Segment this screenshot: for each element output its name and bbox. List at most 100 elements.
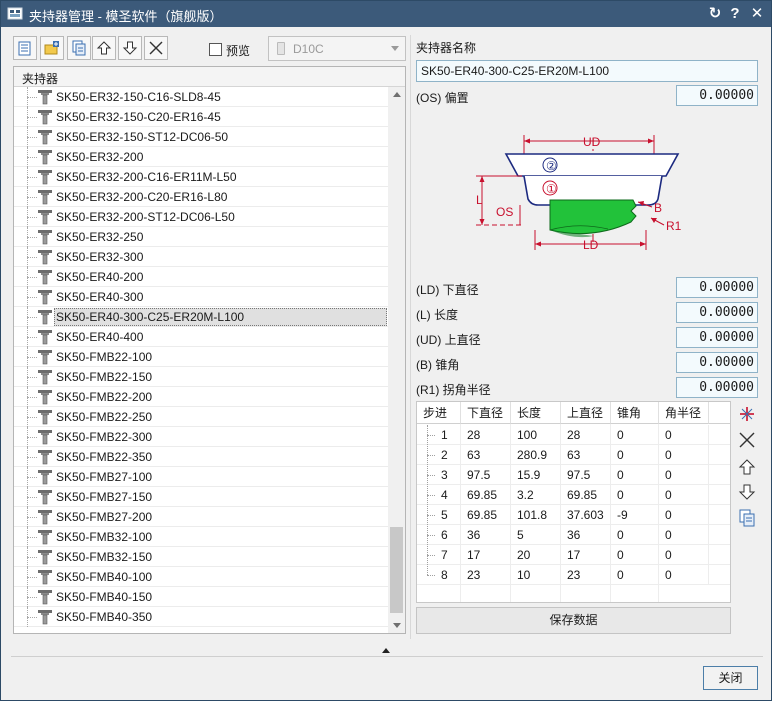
table-cell[interactable]: 0	[611, 525, 659, 545]
import-steps-button[interactable]	[736, 507, 758, 529]
holder-name-input[interactable]: SK50-ER40-300-C25-ER20M-L100	[416, 60, 758, 82]
table-cell[interactable]: 0	[611, 545, 659, 565]
step-number-cell[interactable]: 7	[435, 545, 461, 565]
tree-item[interactable]: SK50-FMB22-250	[14, 407, 388, 427]
preview-checkbox[interactable]	[209, 43, 222, 56]
tree-item[interactable]: SK50-FMB27-150	[14, 487, 388, 507]
tree-item[interactable]: SK50-ER32-150-C20-ER16-45	[14, 107, 388, 127]
table-cell[interactable]: 69.85	[561, 485, 611, 505]
step-number-cell[interactable]: 1	[435, 425, 461, 445]
refresh-icon[interactable]: ↻	[706, 4, 724, 24]
table-cell[interactable]: 15.9	[511, 465, 561, 485]
table-header-cell[interactable]: 上直径	[561, 402, 611, 424]
tree-item[interactable]: SK50-FMB27-200	[14, 507, 388, 527]
table-cell[interactable]: 28	[561, 425, 611, 445]
table-cell[interactable]: 23	[461, 565, 511, 585]
table-cell[interactable]: 10	[511, 565, 561, 585]
step-number-cell[interactable]: 3	[435, 465, 461, 485]
tree-item[interactable]: SK50-ER32-250	[14, 227, 388, 247]
move-down-button[interactable]	[118, 36, 142, 60]
table-cell[interactable]: 0	[611, 565, 659, 585]
collapse-arrow-icon[interactable]	[382, 648, 390, 653]
table-cell[interactable]: 69.85	[461, 505, 511, 525]
tree-item[interactable]: SK50-ER40-300-C25-ER20M-L100	[14, 307, 388, 327]
ld-input[interactable]: 0.00000	[676, 277, 758, 298]
ud-input[interactable]: 0.00000	[676, 327, 758, 348]
tree-item[interactable]: SK50-FMB32-100	[14, 527, 388, 547]
table-cell[interactable]: 36	[561, 525, 611, 545]
move-up-button[interactable]	[92, 36, 116, 60]
tree-item[interactable]: SK50-FMB22-150	[14, 367, 388, 387]
table-cell[interactable]: 97.5	[461, 465, 511, 485]
table-header-cell[interactable]: 角半径	[659, 402, 709, 424]
table-cell[interactable]: 0	[659, 565, 709, 585]
tree-item[interactable]: SK50-ER40-400	[14, 327, 388, 347]
table-cell[interactable]: 0	[611, 445, 659, 465]
table-cell[interactable]: 0	[659, 525, 709, 545]
table-cell[interactable]: -9	[611, 505, 659, 525]
tree-item[interactable]: SK50-FMB22-200	[14, 387, 388, 407]
table-cell[interactable]: 0	[659, 465, 709, 485]
r1-input[interactable]: 0.00000	[676, 377, 758, 398]
table-cell[interactable]: 0	[611, 425, 659, 445]
tree-item[interactable]: SK50-FMB22-100	[14, 347, 388, 367]
tool-select[interactable]: D10C	[268, 36, 406, 61]
table-cell[interactable]: 17	[461, 545, 511, 565]
tree-item[interactable]: SK50-ER32-150-ST12-DC06-50	[14, 127, 388, 147]
step-number-cell[interactable]: 6	[435, 525, 461, 545]
table-cell[interactable]: 20	[511, 545, 561, 565]
step-number-cell[interactable]: 8	[435, 565, 461, 585]
step-number-cell[interactable]: 4	[435, 485, 461, 505]
table-cell[interactable]: 63	[561, 445, 611, 465]
new-holder-button[interactable]	[13, 36, 37, 60]
step-down-button[interactable]	[736, 481, 758, 503]
table-cell[interactable]: 23	[561, 565, 611, 585]
table-cell[interactable]: 17	[561, 545, 611, 565]
tree-item[interactable]: SK50-ER32-200	[14, 147, 388, 167]
delete-step-button[interactable]	[736, 429, 758, 451]
close-button[interactable]: 关闭	[703, 666, 758, 690]
tree-item[interactable]: SK50-FMB40-350	[14, 607, 388, 627]
step-up-button[interactable]	[736, 456, 758, 478]
delete-holder-button[interactable]	[144, 36, 168, 60]
l-input[interactable]: 0.00000	[676, 302, 758, 323]
b-input[interactable]: 0.00000	[676, 352, 758, 373]
tree-scrollbar[interactable]	[388, 87, 405, 633]
tree-item[interactable]: SK50-ER32-200-C20-ER16-L80	[14, 187, 388, 207]
save-data-button[interactable]: 保存数据	[416, 607, 731, 634]
tree-item[interactable]: SK50-FMB22-350	[14, 447, 388, 467]
table-cell[interactable]: 97.5	[561, 465, 611, 485]
table-header-cell[interactable]: 步进	[417, 402, 461, 424]
table-header-cell[interactable]: 锥角	[611, 402, 659, 424]
scroll-up-icon[interactable]	[393, 92, 401, 97]
tree-item[interactable]: SK50-ER40-200	[14, 267, 388, 287]
table-header-cell[interactable]: 下直径	[461, 402, 511, 424]
table-cell[interactable]: 3.2	[511, 485, 561, 505]
table-cell[interactable]: 0	[611, 465, 659, 485]
step-number-cell[interactable]: 5	[435, 505, 461, 525]
tree-item[interactable]: SK50-ER32-300	[14, 247, 388, 267]
tree-item[interactable]: SK50-ER40-300	[14, 287, 388, 307]
scroll-thumb[interactable]	[390, 527, 403, 613]
help-icon[interactable]: ?	[726, 4, 744, 24]
table-cell[interactable]: 101.8	[511, 505, 561, 525]
scroll-down-icon[interactable]	[393, 623, 401, 628]
table-cell[interactable]: 100	[511, 425, 561, 445]
step-number-cell[interactable]: 2	[435, 445, 461, 465]
table-cell[interactable]: 28	[461, 425, 511, 445]
os-input[interactable]: 0.00000	[676, 85, 758, 106]
table-cell[interactable]: 0	[659, 485, 709, 505]
add-to-library-button[interactable]	[40, 36, 64, 60]
tree-item[interactable]: SK50-ER32-200-ST12-DC06-L50	[14, 207, 388, 227]
table-cell[interactable]: 63	[461, 445, 511, 465]
tree-item[interactable]: SK50-FMB27-100	[14, 467, 388, 487]
table-cell[interactable]: 0	[659, 425, 709, 445]
table-cell[interactable]: 36	[461, 525, 511, 545]
add-step-button[interactable]	[736, 403, 758, 425]
close-icon[interactable]: ✕	[748, 4, 766, 24]
tree-item[interactable]: SK50-FMB32-150	[14, 547, 388, 567]
tree-item[interactable]: SK50-ER32-200-C16-ER11M-L50	[14, 167, 388, 187]
tree-item[interactable]: SK50-FMB40-150	[14, 587, 388, 607]
table-cell[interactable]: 37.603	[561, 505, 611, 525]
table-cell[interactable]: 280.9	[511, 445, 561, 465]
